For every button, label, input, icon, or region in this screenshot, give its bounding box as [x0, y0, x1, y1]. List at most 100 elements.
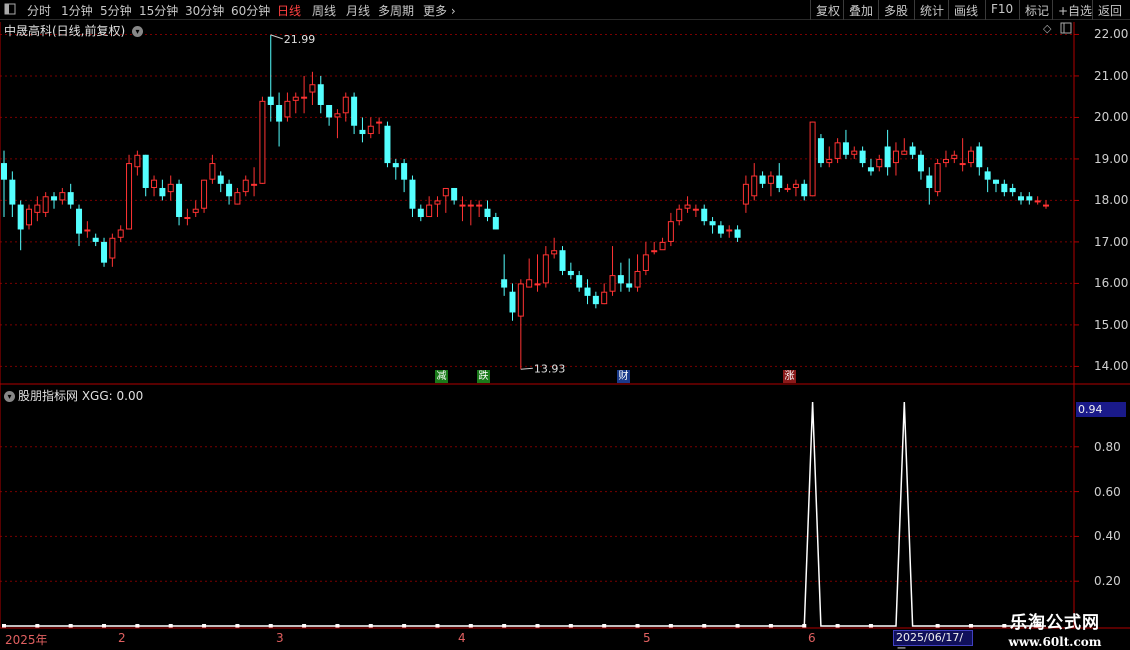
candle: [1026, 192, 1033, 205]
candle-body-down: [984, 171, 991, 180]
candle-body-up: [34, 204, 41, 213]
candle-body-down: [92, 237, 99, 242]
candle: [551, 237, 558, 259]
xgg-point: [335, 624, 340, 628]
marker-rise[interactable]: 涨: [783, 370, 796, 383]
candle: [1034, 196, 1041, 205]
candle: [267, 34, 274, 122]
candle-body-down: [384, 125, 391, 164]
candle: [409, 175, 416, 218]
candle: [317, 75, 324, 114]
candle-body-up: [826, 158, 833, 164]
candle-body-up: [726, 229, 733, 232]
candle: [467, 200, 474, 226]
candle: [117, 225, 124, 242]
candle-body-down: [584, 287, 591, 296]
indicator-title: ▾ 股朋指标网 XGG: 0.00: [4, 387, 143, 404]
candle: [842, 129, 849, 159]
indicator-tick-label: 0.60: [1094, 484, 1121, 499]
low-price-label: 13.93: [534, 362, 566, 375]
candle: [1001, 179, 1008, 197]
watermark-logo: 乐淘公式网 www.60lt.com: [990, 608, 1120, 649]
candle: [92, 233, 99, 247]
candle: [309, 71, 316, 105]
xgg-point: [268, 624, 273, 628]
xgg-point: [602, 624, 607, 628]
low-annotation: 13.93: [520, 362, 566, 375]
diamond-icon[interactable]: ◇: [1043, 22, 1051, 35]
candle-body-up: [651, 250, 658, 253]
xgg-point: [102, 624, 107, 628]
marker-finance[interactable]: 财: [617, 370, 630, 383]
xgg-point: [768, 624, 773, 628]
candle: [651, 241, 658, 255]
chevron-down-icon[interactable]: ▾: [132, 26, 144, 37]
price-tick-label: 20.00: [1094, 110, 1129, 125]
candle-body-up: [601, 291, 608, 305]
xgg-point: [68, 624, 73, 628]
indicator-current-value: 0.94: [1076, 402, 1126, 417]
main-chart-title: 中晟高科(日线,前复权) ▾: [4, 22, 144, 39]
candle-body-up: [692, 208, 699, 211]
candle: [676, 204, 683, 226]
candle-body-up: [459, 204, 466, 207]
price-tick-label: 17.00: [1094, 234, 1129, 249]
candle-body-up: [467, 204, 474, 207]
kline-chart[interactable]: 21.99 13.93: [0, 0, 1130, 650]
candle-body-down: [817, 138, 824, 164]
candle: [976, 142, 983, 176]
candle: [59, 187, 66, 205]
candle-body-down: [992, 179, 999, 184]
candle-body-up: [959, 163, 966, 166]
indicator-line: [2, 401, 1046, 628]
xgg-point: [635, 624, 640, 628]
candle: [717, 221, 724, 238]
candle: [667, 212, 674, 247]
candle-body-down: [9, 179, 16, 205]
candle-body-down: [1001, 183, 1008, 193]
xgg-point: [735, 624, 740, 628]
candle-body-up: [117, 229, 124, 238]
candle-body-down: [734, 229, 741, 238]
marker-fall[interactable]: 跌: [477, 370, 490, 383]
cursor-date-label: 2025/06/17/二: [893, 630, 973, 650]
candle-body-down: [226, 183, 233, 197]
candle: [709, 217, 716, 234]
candle-body-down: [392, 163, 399, 168]
candle: [901, 138, 908, 155]
xgg-point: [535, 624, 540, 628]
candle-body-down: [67, 192, 74, 205]
candle-body-down: [567, 270, 574, 276]
candle: [67, 183, 74, 209]
candle-body-up: [42, 196, 49, 213]
candle-body-down: [867, 167, 874, 172]
chevron-down-icon[interactable]: ▾: [4, 391, 15, 402]
candle: [126, 154, 133, 230]
candle: [451, 187, 458, 205]
date-label-feb: 2: [118, 631, 126, 645]
candle-body-up: [951, 154, 958, 159]
candle-body-down: [576, 275, 583, 288]
candle: [592, 291, 599, 309]
candle-body-up: [767, 175, 774, 184]
candle: [242, 175, 249, 197]
candle: [917, 150, 924, 180]
candle-body-down: [492, 217, 499, 230]
high-annotation: 21.99: [270, 33, 315, 46]
candle-body-down: [759, 175, 766, 184]
candle-body-up: [676, 208, 683, 222]
marker-reduce[interactable]: 减: [435, 370, 448, 383]
candle-body-up: [209, 163, 216, 180]
candle-body-up: [26, 208, 33, 226]
candle: [276, 92, 283, 147]
candle: [376, 117, 383, 135]
price-tick-label: 14.00: [1094, 359, 1129, 374]
candle: [759, 171, 766, 188]
candle: [1009, 183, 1016, 197]
layout-icon[interactable]: [1060, 22, 1072, 37]
candle: [617, 262, 624, 292]
candle: [342, 92, 349, 122]
candle-body-down: [451, 187, 458, 201]
candle-body-up: [642, 254, 649, 271]
candle-body-down: [326, 104, 333, 118]
